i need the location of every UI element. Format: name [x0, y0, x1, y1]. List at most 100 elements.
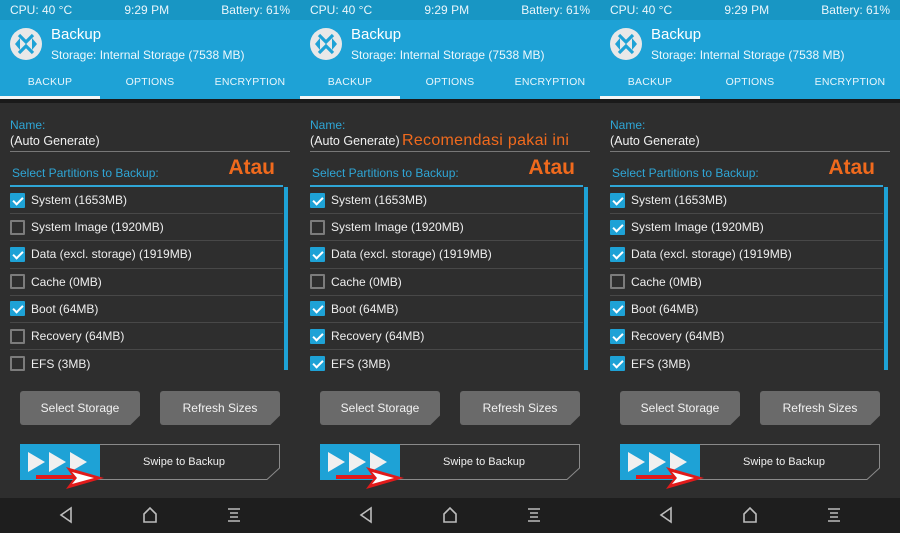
name-label: Name: — [10, 118, 46, 132]
page-header: Backup Storage: Internal Storage (7538 M… — [0, 20, 300, 99]
page-title: Backup — [51, 26, 102, 43]
home-icon[interactable] — [742, 506, 758, 524]
partition-label: Cache (0MB) — [31, 274, 102, 289]
partition-row[interactable]: EFS (3MB) — [610, 350, 883, 377]
home-icon[interactable] — [142, 506, 158, 524]
back-triangle-icon[interactable] — [358, 506, 374, 524]
partitions-label: Select Partitions to Backup: — [612, 166, 759, 180]
name-label: Name: — [310, 118, 346, 132]
partition-label: System (1653MB) — [331, 193, 428, 208]
storage-info[interactable]: Storage: Internal Storage (7538 MB) — [51, 48, 244, 62]
checkbox-checked[interactable] — [310, 192, 325, 208]
partition-row[interactable]: Data (excl. storage) (1919MB) — [10, 241, 283, 269]
twrp-logo-icon — [610, 28, 642, 60]
checkbox-unchecked[interactable] — [310, 219, 325, 235]
back-triangle-icon[interactable] — [658, 506, 674, 524]
refresh-sizes-button[interactable]: Refresh Sizes — [160, 391, 280, 425]
checkbox-checked[interactable] — [310, 246, 325, 262]
tab-backup[interactable]: BACKUP — [0, 71, 100, 99]
partition-row[interactable]: System Image (1920MB) — [610, 214, 883, 242]
select-storage-button[interactable]: Select Storage — [20, 391, 140, 425]
storage-info[interactable]: Storage: Internal Storage (7538 MB) — [651, 48, 844, 62]
partition-label: System (1653MB) — [31, 193, 128, 208]
checkbox-checked[interactable] — [610, 356, 625, 372]
list-scrollbar[interactable] — [284, 187, 288, 370]
tab-bar: BACKUP OPTIONS ENCRYPTION — [0, 71, 300, 99]
checkbox-unchecked[interactable] — [10, 356, 25, 372]
red-annotation-arrow-icon — [636, 467, 704, 489]
checkbox-checked[interactable] — [610, 301, 625, 317]
checkbox-checked[interactable] — [310, 328, 325, 344]
checkbox-unchecked[interactable] — [10, 219, 25, 235]
back-triangle-icon[interactable] — [58, 506, 74, 524]
name-label: Name: — [610, 118, 646, 132]
partition-row[interactable]: Data (excl. storage) (1919MB) — [310, 241, 583, 269]
partition-row[interactable]: Data (excl. storage) (1919MB) — [610, 241, 883, 269]
partition-label: System Image (1920MB) — [31, 220, 164, 235]
partition-row[interactable]: System Image (1920MB) — [10, 214, 283, 242]
menu-lines-icon[interactable] — [526, 506, 542, 524]
partition-row[interactable]: System (1653MB) — [310, 187, 583, 215]
tab-divider — [300, 99, 600, 103]
partition-row[interactable]: Recovery (64MB) — [310, 323, 583, 351]
checkbox-checked[interactable] — [610, 246, 625, 262]
home-icon[interactable] — [442, 506, 458, 524]
checkbox-checked[interactable] — [10, 192, 25, 208]
checkbox-unchecked[interactable] — [10, 328, 25, 344]
checkbox-checked[interactable] — [610, 328, 625, 344]
menu-lines-icon[interactable] — [226, 506, 242, 524]
checkbox-unchecked[interactable] — [310, 274, 325, 290]
tab-encryption[interactable]: ENCRYPTION — [500, 71, 600, 99]
refresh-sizes-button[interactable]: Refresh Sizes — [460, 391, 580, 425]
partition-row[interactable]: Cache (0MB) — [310, 269, 583, 296]
partition-label: Boot (64MB) — [631, 301, 699, 316]
partition-row[interactable]: System Image (1920MB) — [310, 214, 583, 242]
backup-name-field[interactable]: (Auto Generate) — [10, 134, 100, 148]
partition-row[interactable]: System (1653MB) — [610, 187, 883, 215]
red-annotation-arrow-icon — [36, 467, 104, 489]
list-scrollbar[interactable] — [584, 187, 588, 370]
checkbox-checked[interactable] — [10, 301, 25, 317]
tab-options[interactable]: OPTIONS — [100, 71, 200, 99]
partition-list: System (1653MB) System Image (1920MB) Data… — [610, 187, 883, 377]
checkbox-checked[interactable] — [310, 356, 325, 372]
checkbox-unchecked[interactable] — [10, 274, 25, 290]
tab-divider — [0, 99, 300, 103]
partition-row[interactable]: EFS (3MB) — [310, 350, 583, 377]
tab-options[interactable]: OPTIONS — [400, 71, 500, 99]
partition-row[interactable]: Cache (0MB) — [610, 269, 883, 296]
battery-level: Battery: 61% — [521, 3, 590, 17]
checkbox-checked[interactable] — [10, 246, 25, 262]
partition-row[interactable]: Boot (64MB) — [610, 296, 883, 323]
checkbox-checked[interactable] — [310, 301, 325, 317]
select-storage-button[interactable]: Select Storage — [620, 391, 740, 425]
twrp-backup-panel-1: CPU: 40 °C 9:29 PM Battery: 61% Backup S… — [0, 0, 300, 533]
page-header: Backup Storage: Internal Storage (7538 M… — [600, 20, 900, 99]
partition-row[interactable]: Recovery (64MB) — [10, 323, 283, 351]
partition-row[interactable]: System (1653MB) — [10, 187, 283, 215]
menu-lines-icon[interactable] — [826, 506, 842, 524]
partition-row[interactable]: Boot (64MB) — [310, 296, 583, 323]
partition-row[interactable]: EFS (3MB) — [10, 350, 283, 377]
checkbox-unchecked[interactable] — [610, 274, 625, 290]
partition-row[interactable]: Boot (64MB) — [10, 296, 283, 323]
tab-encryption[interactable]: ENCRYPTION — [200, 71, 300, 99]
twrp-logo-icon — [10, 28, 42, 60]
partition-row[interactable]: Recovery (64MB) — [610, 323, 883, 351]
tab-bar: BACKUP OPTIONS ENCRYPTION — [300, 71, 600, 99]
refresh-sizes-button[interactable]: Refresh Sizes — [760, 391, 880, 425]
list-scrollbar[interactable] — [884, 187, 888, 370]
checkbox-checked[interactable] — [610, 192, 625, 208]
storage-info[interactable]: Storage: Internal Storage (7538 MB) — [351, 48, 544, 62]
backup-name-field[interactable]: (Auto Generate) — [610, 134, 700, 148]
select-storage-button[interactable]: Select Storage — [320, 391, 440, 425]
tab-backup[interactable]: BACKUP — [300, 71, 400, 99]
partition-list: System (1653MB) System Image (1920MB) Data… — [310, 187, 583, 377]
checkbox-checked[interactable] — [610, 219, 625, 235]
tab-options[interactable]: OPTIONS — [700, 71, 800, 99]
name-field-underline — [310, 151, 590, 152]
tab-encryption[interactable]: ENCRYPTION — [800, 71, 900, 99]
backup-name-field[interactable]: (Auto Generate) — [310, 134, 400, 148]
partition-row[interactable]: Cache (0MB) — [10, 269, 283, 296]
tab-backup[interactable]: BACKUP — [600, 71, 700, 99]
